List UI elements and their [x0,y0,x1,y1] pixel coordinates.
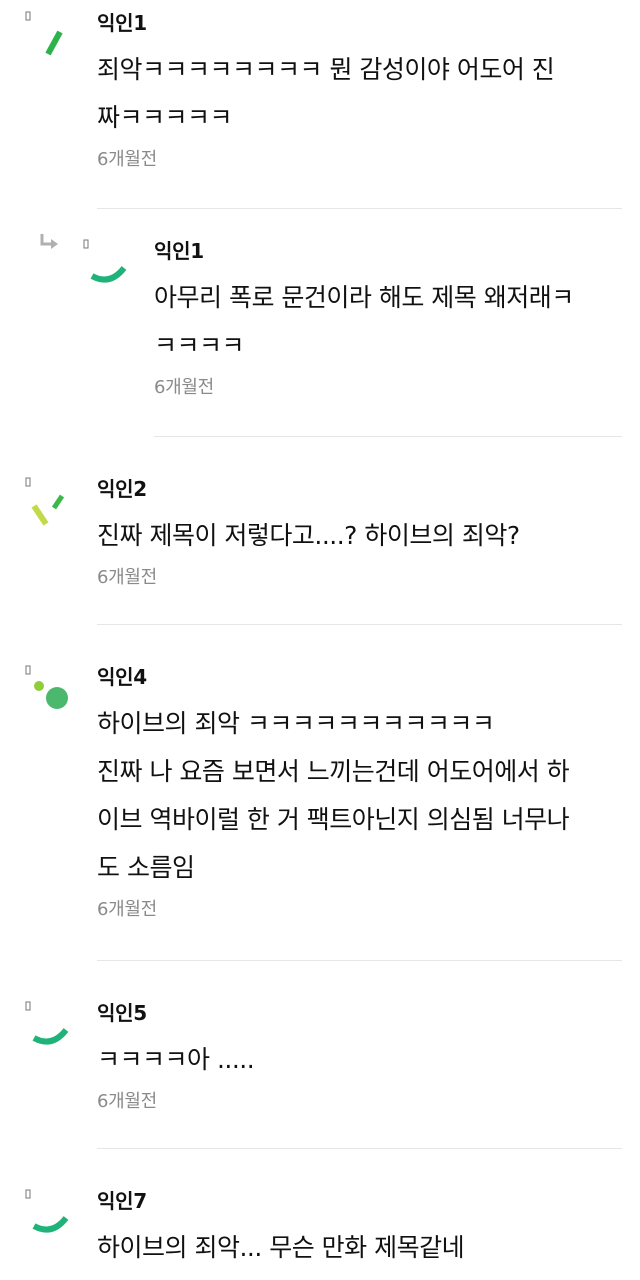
divider [97,960,622,961]
comment-text-line: 진짜 제목이 저렇다고....? 하이브의 죄악? [97,521,520,550]
avatar[interactable] [24,476,80,536]
avatar[interactable] [24,1188,80,1248]
lime-strokes-avatar-icon [25,477,65,526]
comment-text-line: 이브 역바이럴 한 거 팩트아닌지 의심됨 너무나 [97,805,570,834]
green-stroke-avatar-icon [25,11,63,56]
teal-arc-avatar-icon [83,239,127,283]
teal-arc-avatar-icon [25,1001,69,1045]
divider [97,1148,622,1149]
green-dots-avatar-icon [25,665,68,709]
comment-text-line: ㅋㅋㅋㅋ아 ..... [97,1045,255,1074]
avatar[interactable] [24,664,80,724]
comment-time: 6개월전 [154,377,214,398]
avatar[interactable] [82,238,138,298]
comment-author[interactable]: 익인1 [154,238,622,264]
comment-time: 6개월전 [97,899,157,920]
reply-arrow-icon [40,234,58,249]
divider [154,436,622,437]
comment-text-line: 짜ㅋㅋㅋㅋㅋ [97,103,233,132]
divider [97,624,622,625]
avatar[interactable] [24,1000,80,1060]
comment-text-line: 하이브의 죄악... 무슨 만화 제목같네 [97,1233,465,1262]
comment-time: 6개월전 [97,1091,157,1112]
comment-text-line: 하이브의 죄악 ㅋㅋㅋㅋㅋㅋㅋㅋㅋㅋㅋ [97,709,495,738]
teal-arc-avatar-icon [25,1189,69,1233]
divider [97,208,622,209]
comment-text-line: 죄악ㅋㅋㅋㅋㅋㅋㅋㅋ 뭔 감성이야 어도어 진 [97,55,555,84]
comment-author[interactable]: 익인4 [97,664,622,690]
comment-time: 6개월전 [97,567,157,588]
comment-time: 6개월전 [97,149,157,170]
comment-text-line: 도 소름임 [97,853,195,882]
comment-text-line: ㅋㅋㅋㅋ [154,331,245,360]
comment-author[interactable]: 익인1 [97,10,622,36]
comment-author[interactable]: 익인2 [97,476,622,502]
avatar[interactable] [24,10,80,70]
comment-text-line: 아무리 폭로 문건이라 해도 제목 왜저래ㅋ [154,283,574,312]
comment-text-line: 진짜 나 요즘 보면서 느끼는건데 어도어에서 하 [97,757,570,786]
comment-author[interactable]: 익인7 [97,1188,622,1214]
comment-author[interactable]: 익인5 [97,1000,622,1026]
